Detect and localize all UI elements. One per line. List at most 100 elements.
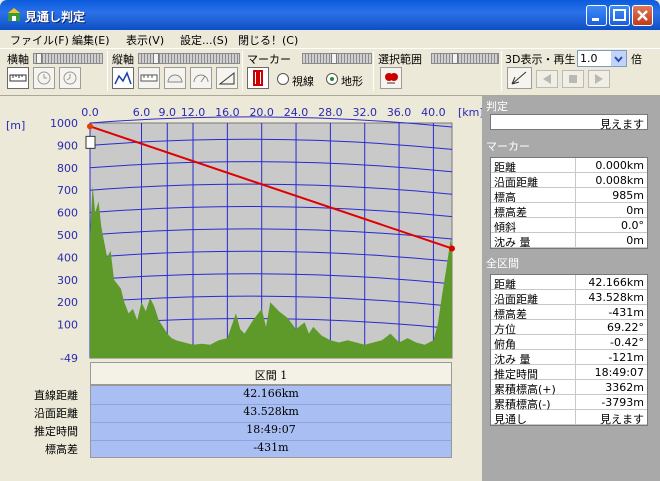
marker-button[interactable] — [247, 67, 269, 89]
end-point — [449, 245, 455, 252]
y-axis-slider[interactable] — [138, 53, 240, 64]
menu-file[interactable]: ファイル(F) — [10, 32, 69, 48]
profile-chart[interactable]: 0.0 6.0 9.0 12.0 16.0 20.0 24.0 28.0 32.0 36.0 40.… — [0, 96, 482, 368]
x-tick-label: 28.0 — [318, 106, 343, 119]
marker-row: 沿面距離 0.008km — [491, 173, 647, 189]
all-value: -0.42° — [610, 336, 644, 349]
all-value: -431m — [608, 306, 644, 319]
ruler-button[interactable] — [7, 67, 29, 89]
marker-row: 傾斜 0.0° — [491, 218, 647, 234]
marker-value: 0m — [626, 204, 644, 217]
y-tick-label: 600 — [57, 207, 78, 220]
all-value: -3793m — [601, 396, 644, 409]
separator — [107, 51, 108, 91]
y-tick-label: 200 — [57, 296, 78, 309]
y-tick-label: 100 — [57, 319, 78, 332]
selection-slider[interactable] — [431, 53, 499, 64]
menu-bar: ファイル(F) 編集(E) 表示(V) 設定...(S) 閉じる！(C) — [4, 30, 656, 48]
all-value: 見えます — [600, 413, 644, 426]
all-row: 沈み 量 -121m — [491, 350, 647, 366]
all-value: 43.528km — [588, 291, 644, 304]
all-label: 見通し — [494, 413, 527, 426]
segment-label: 直線距離 — [34, 389, 78, 402]
playback-label: 3D表示・再生 — [505, 53, 576, 66]
speed-unit: 倍 — [631, 53, 642, 66]
segment-value: 42.166km — [243, 387, 299, 400]
segment-label: 推定時間 — [34, 425, 78, 438]
minimize-button[interactable] — [586, 5, 607, 26]
x-tick-label: 20.0 — [249, 106, 274, 119]
speed-value: 1.0 — [580, 52, 598, 65]
y-tick-label: 400 — [57, 251, 78, 264]
y-tick-label: 900 — [57, 139, 78, 152]
all-row: 累積標高(+) 3362m — [491, 380, 647, 396]
clock-alt-button[interactable] — [59, 67, 81, 89]
y-tick-label: 800 — [57, 162, 78, 175]
close-button[interactable] — [632, 5, 653, 26]
y-tick-label: 500 — [57, 229, 78, 242]
all-row: 俯角 -0.42° — [491, 335, 647, 351]
menu-close[interactable]: 閉じる！(C) — [238, 32, 298, 48]
all-title: 全区間 — [486, 257, 519, 270]
all-value: 18:49:07 — [594, 366, 644, 379]
gauge-button[interactable] — [164, 67, 186, 89]
window-title: 見通し判定 — [25, 10, 86, 24]
mountain-profile-button[interactable] — [112, 67, 134, 89]
all-value: 69.22° — [607, 321, 644, 334]
x-tick-label: 6.0 — [133, 106, 151, 119]
gauge-alt-button[interactable] — [190, 67, 212, 89]
x-tick-label: 32.0 — [352, 106, 377, 119]
x-axis-slider[interactable] — [33, 53, 103, 64]
speed-select[interactable]: 1.0 — [577, 50, 627, 67]
maximize-button[interactable] — [609, 5, 630, 26]
scale-button[interactable] — [138, 67, 160, 89]
marker-label: マーカー — [247, 53, 291, 66]
title-bar — [0, 0, 660, 30]
x-tick-label: 40.0 — [421, 106, 446, 119]
judgement-title: 判定 — [486, 100, 508, 113]
segment-label: 沿面距離 — [34, 407, 78, 420]
slope-button[interactable] — [216, 67, 238, 89]
segment-value: 43.528km — [243, 405, 299, 418]
play-back-button[interactable] — [536, 70, 558, 88]
marker-row: 標高 985m — [491, 188, 647, 204]
segment-header: 区間 1 — [254, 369, 288, 382]
clock-button[interactable] — [33, 67, 55, 89]
segment-value: 18:49:07 — [246, 423, 296, 436]
stop-button[interactable] — [562, 70, 584, 88]
marker-label: 沈み 量 — [494, 236, 531, 249]
all-row: 距離 42.166km — [491, 275, 647, 291]
marker-value: 985m — [612, 189, 644, 202]
all-row: 沿面距離 43.528km — [491, 290, 647, 306]
3d-view-button[interactable] — [507, 67, 532, 89]
x-tick-label: 12.0 — [181, 106, 206, 119]
menu-edit[interactable]: 編集(E) — [72, 32, 110, 48]
sightline-radio[interactable] — [277, 73, 289, 85]
marker-value: 0.000km — [595, 159, 644, 172]
marker-slider[interactable] — [302, 53, 372, 64]
all-row: 方位 69.22° — [491, 320, 647, 336]
marker-icon — [85, 135, 96, 149]
menu-view[interactable]: 表示(V) — [126, 32, 164, 48]
x-tick-label: 16.0 — [215, 106, 240, 119]
marker-value: 0m — [626, 234, 644, 247]
all-row: 累積標高(-) -3793m — [491, 395, 647, 411]
selection-tool-button[interactable] — [380, 67, 402, 89]
app-icon — [6, 7, 22, 23]
judgement-box: 見えます — [490, 114, 648, 131]
y-axis-label: 縦軸 — [112, 53, 134, 66]
y-tick-label: 1000 — [50, 117, 78, 130]
selection-label: 選択範囲 — [378, 53, 422, 66]
segment-header-box: 区間 1 — [90, 362, 452, 385]
terrain-radio-label: 地形 — [341, 75, 363, 88]
y-tick-label: 300 — [57, 274, 78, 287]
menu-settings[interactable]: 設定...(S) — [180, 32, 228, 48]
y-tick-label: -49 — [60, 352, 78, 365]
chevron-down-icon[interactable] — [611, 51, 626, 66]
terrain-radio[interactable] — [326, 73, 338, 85]
judgement-value: 見えます — [600, 118, 644, 131]
segment-value: -431m — [253, 441, 289, 454]
play-forward-button[interactable] — [588, 70, 610, 88]
sightline-radio-label: 視線 — [292, 75, 314, 88]
x-tick-label: 24.0 — [284, 106, 309, 119]
